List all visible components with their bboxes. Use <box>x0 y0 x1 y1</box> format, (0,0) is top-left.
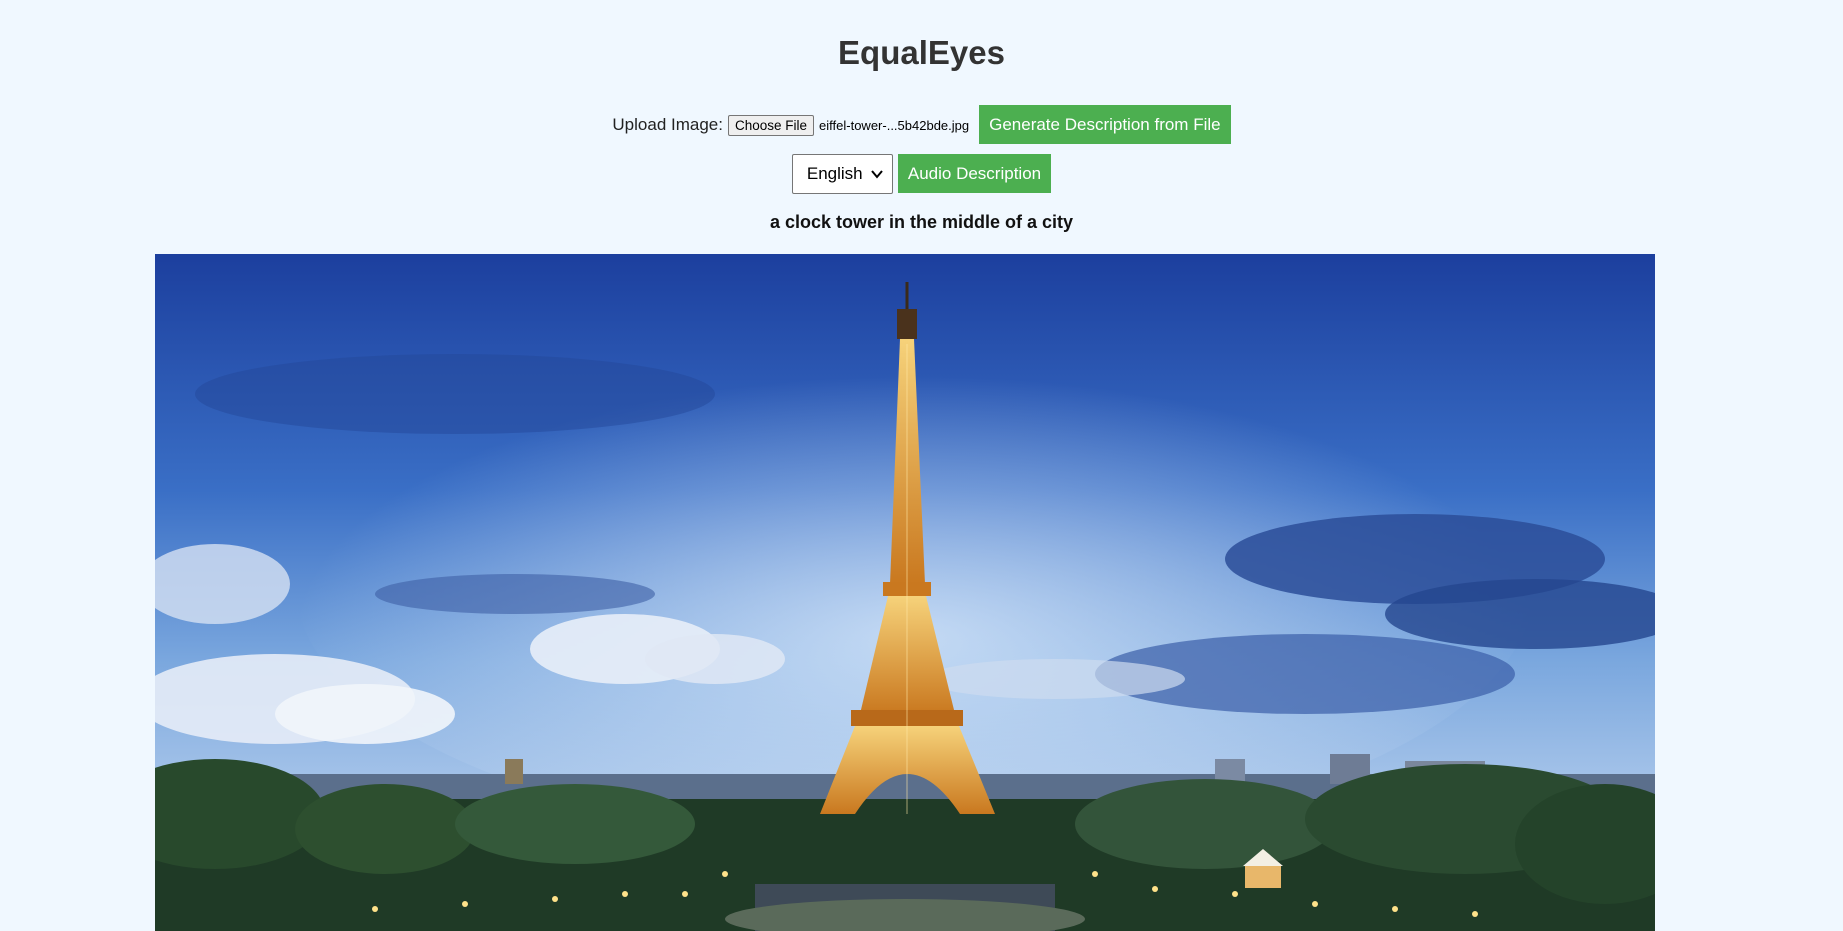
language-row: English Audio Description <box>0 153 1843 194</box>
uploaded-image-preview <box>155 254 1655 931</box>
page-title: EqualEyes <box>838 34 1005 71</box>
choose-file-button[interactable]: Choose File <box>727 115 815 136</box>
upload-row: Upload Image: Choose File eiffel-tower-.… <box>0 105 1843 144</box>
language-select-value: English <box>806 163 863 183</box>
selected-file-name: eiffel-tower-...5b42bde.jpg <box>819 118 970 133</box>
chevron-down-icon <box>871 169 883 179</box>
audio-description-button[interactable]: Audio Description <box>897 154 1052 193</box>
upload-label: Upload Image: <box>612 114 723 134</box>
generate-description-button[interactable]: Generate Description from File <box>979 105 1231 144</box>
generated-caption: a clock tower in the middle of a city <box>769 212 1074 232</box>
page: EqualEyes Upload Image: Choose File eiff… <box>0 0 1843 931</box>
language-select[interactable]: English <box>791 153 893 194</box>
